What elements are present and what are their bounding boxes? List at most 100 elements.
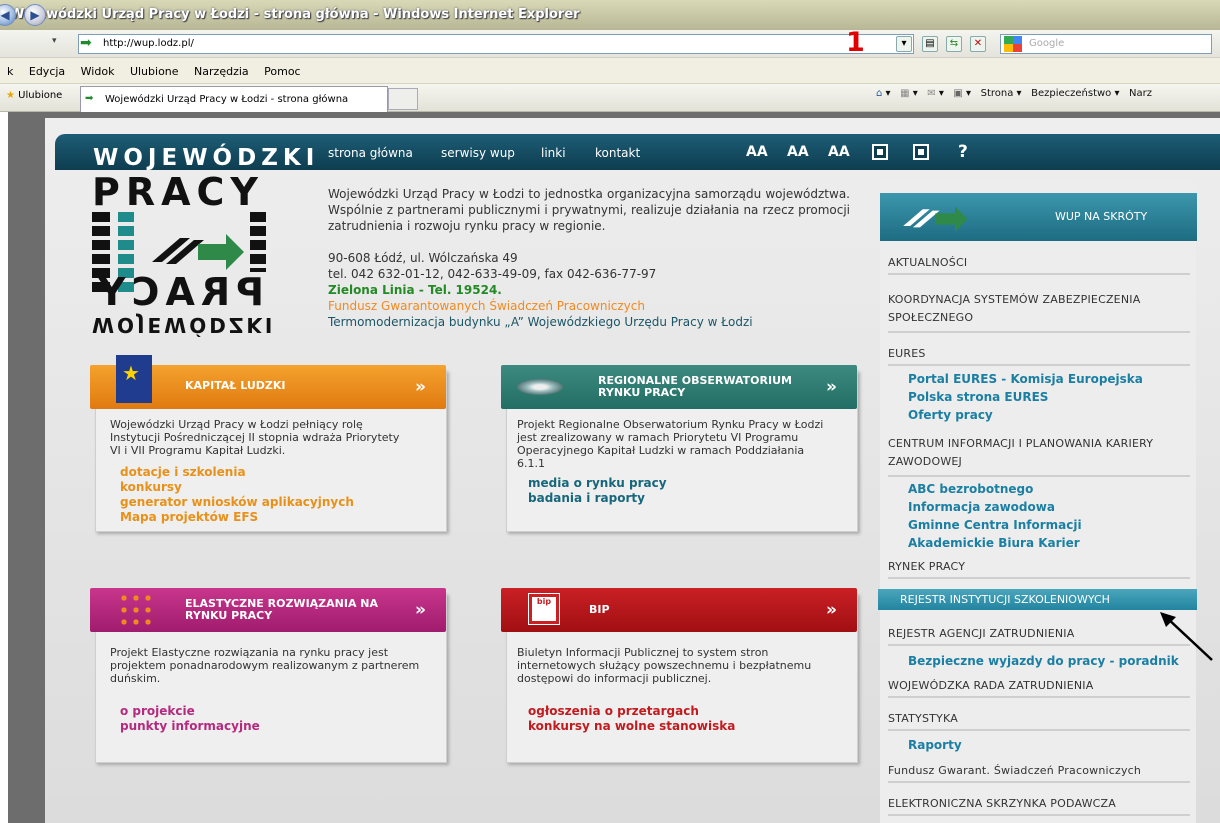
menu-file[interactable]: k (7, 65, 13, 78)
favorites-button[interactable]: ★ Ulubione (6, 90, 62, 101)
bip-icon: bip (529, 594, 559, 624)
refresh-icon[interactable]: ⇆ (946, 36, 962, 52)
font-increase-icon[interactable]: AA (746, 144, 768, 160)
tab-active[interactable]: ➡ Wojewódzki Urząd Pracy w Łodzi - strona… (80, 86, 388, 112)
box-text: Projekt Regionalne Obserwatorium Rynku P… (517, 418, 824, 470)
history-dropdown-icon[interactable]: ▾ (52, 36, 57, 46)
page-menu[interactable]: Strona ▾ (981, 88, 1022, 99)
address: 90-608 Łódź, ul. Wólczańska 49 (328, 251, 518, 265)
menu-favorites[interactable]: Ulubione (130, 65, 179, 78)
green-line: Zielona Linia - Tel. 19524. (328, 283, 502, 297)
stop-icon[interactable]: ✕ (970, 36, 986, 52)
tools-menu[interactable]: Narz (1129, 88, 1152, 99)
tab-page-icon: ➡ (85, 93, 94, 104)
sidebar-item-rejestr-agencji[interactable]: REJESTR AGENCJI ZATRUDNIENIA (888, 627, 1190, 646)
banner-obserwatorium[interactable]: REGIONALNE OBSERWATORIUM RYNKU PRACY » (501, 365, 857, 409)
forward-icon[interactable]: ▶ (24, 4, 46, 26)
nav-links[interactable]: linki (541, 146, 566, 160)
link-abc[interactable]: ABC bezrobotnego (908, 480, 1082, 498)
link-generator[interactable]: generator wniosków aplikacyjnych (120, 495, 354, 510)
phone: tel. 042 632-01-12, 042-633-49-09, fax 0… (328, 267, 657, 281)
window-title: Wojewódzki Urząd Pracy w Łodzi - strona … (0, 0, 1220, 30)
mail-icon[interactable]: ✉ (927, 88, 935, 99)
menu-help[interactable]: Pomoc (264, 65, 300, 78)
link-polska-eures[interactable]: Polska strona EURES (908, 388, 1143, 406)
link-informacja[interactable]: Informacja zawodowa (908, 498, 1082, 516)
compatibility-icon[interactable]: ▤ (922, 36, 938, 52)
sidebar-item-eures[interactable]: EURES (888, 347, 1190, 366)
logo-pracy-mirrored: PRACY (92, 270, 264, 314)
sidebar-item-skrzynka[interactable]: ELEKTRONICZNA SKRZYNKA PODAWCZA (888, 797, 1190, 816)
tab-title: Wojewódzki Urząd Pracy w Łodzi - strona … (105, 94, 349, 105)
box-text: Biuletyn Informacji Publicznej to system… (517, 646, 812, 685)
font-decrease-icon[interactable]: AA (828, 144, 850, 160)
sidebar-item-koordynacja[interactable]: KOORDYNACJA SYSTEMÓW ZABEZPIECZENIA SPOŁ… (888, 291, 1190, 333)
address-dropdown-icon[interactable]: ▾ (896, 36, 912, 52)
layout-icon[interactable] (913, 144, 929, 160)
link-media[interactable]: media o rynku pracy (528, 476, 667, 491)
help-icon[interactable]: ? (958, 142, 968, 162)
box-links: ogłoszenia o przetargach konkursy na wol… (528, 704, 735, 734)
sidebar-item-fundusz[interactable]: Fundusz Gwarant. Świadczeń Pracowniczych (888, 764, 1190, 783)
link-przetargi[interactable]: ogłoszenia o przetargach (528, 704, 735, 719)
link-gminne[interactable]: Gminne Centra Informacji (908, 516, 1082, 534)
logo-arrows-icon (150, 232, 244, 270)
link-o-projekcie[interactable]: o projekcie (120, 704, 260, 719)
nav-contact[interactable]: kontakt (595, 146, 640, 160)
link-dotacje[interactable]: dotacje i szkolenia (120, 465, 354, 480)
page-icon: ➡ (80, 35, 92, 51)
link-portal-eures[interactable]: Portal EURES - Komisja Europejska (908, 370, 1143, 388)
sidebar-item-centrum[interactable]: CENTRUM INFORMACJI I PLANOWANIA KARIERY … (888, 435, 1190, 477)
sidebar-item-aktualnosci[interactable]: AKTUALNOŚCI (888, 256, 1190, 275)
logo-side-letters-right (250, 212, 266, 272)
eye-icon (517, 379, 563, 395)
nav-services[interactable]: serwisy wup (441, 146, 515, 160)
search-input[interactable]: Google (1000, 34, 1212, 54)
nav-home[interactable]: strona główna (328, 146, 413, 160)
safety-menu[interactable]: Bezpieczeństwo ▾ (1031, 88, 1119, 99)
banner-bip[interactable]: bip BIP » (501, 588, 857, 632)
link-badania[interactable]: badania i raporty (528, 491, 667, 506)
menu-view[interactable]: Widok (81, 65, 115, 78)
google-icon (1004, 36, 1022, 52)
new-tab-button[interactable] (388, 88, 418, 110)
link-konkursy[interactable]: konkursy (120, 480, 354, 495)
sidebar-item-rejestr-szkoleniowych[interactable]: REJESTR INSTYTUCJI SZKOLENIOWYCH (878, 589, 1197, 610)
banner-title: KAPITAŁ LUDZKI (185, 379, 286, 392)
menu-tools[interactable]: Narzędzia (194, 65, 249, 78)
banner-kapital-ludzki[interactable]: ★ KAPITAŁ LUDZKI » (90, 355, 446, 409)
box-text: Wojewódzki Urząd Pracy w Łodzi pełniący … (110, 418, 400, 457)
fund-link[interactable]: Fundusz Gwarantowanych Świadczeń Pracown… (328, 298, 868, 314)
annotation-number: 1 (846, 27, 865, 58)
contrast-icon[interactable] (872, 144, 888, 160)
font-normal-icon[interactable]: AA (787, 144, 809, 160)
link-akademickie[interactable]: Akademickie Biura Karier (908, 534, 1082, 552)
print-icon[interactable]: ▣ (953, 88, 962, 99)
contact-info: 90-608 Łódź, ul. Wólczańska 49 tel. 042 … (328, 250, 868, 330)
sidebar-item-statystyka[interactable]: STATYSTYKA (888, 712, 1190, 731)
link-oferty[interactable]: Oferty pracy (908, 406, 1143, 424)
eu-flag-icon: ★ (116, 355, 152, 403)
banner-title: ELASTYCZNE ROZWIĄZANIA NA RYNKU PRACY (185, 597, 379, 622)
box-links: dotacje i szkolenia konkursy generator w… (120, 465, 354, 525)
intro-text: Wojewódzki Urząd Pracy w Łodzi to jednos… (328, 187, 850, 233)
thermo-link[interactable]: Termomodernizacja budynku „A” Wojewódzki… (328, 314, 868, 330)
sidebar-item-rynek[interactable]: RYNEK PRACY (888, 560, 1190, 579)
box-links: media o rynku pracy badania i raporty (528, 476, 667, 506)
menu-edit[interactable]: Edycja (29, 65, 65, 78)
sidebar-centrum-links: ABC bezrobotnego Informacja zawodowa Gmi… (908, 480, 1082, 552)
address-bar[interactable]: http://wup.lodz.pl/ (78, 34, 914, 54)
sidebar-link-raporty[interactable]: Raporty (908, 736, 962, 754)
banner-elastyczne[interactable]: ELASTYCZNE ROZWIĄZANIA NA RYNKU PRACY » (90, 588, 446, 632)
home-icon[interactable]: ⌂ (876, 88, 882, 99)
link-mapa[interactable]: Mapa projektów EFS (120, 510, 354, 525)
command-bar: ⌂ ▾ ▦ ▾ ✉ ▾ ▣ ▾ Strona ▾ Bezpieczeństwo … (876, 88, 1153, 99)
banner-title: BIP (589, 603, 610, 616)
sidebar-link-bezpieczne[interactable]: Bezpieczne wyjazdy do pracy - poradnik (908, 652, 1179, 670)
arrow-icon: » (415, 377, 426, 397)
feeds-icon[interactable]: ▦ (900, 88, 909, 99)
link-konkursy-stanowiska[interactable]: konkursy na wolne stanowiska (528, 719, 735, 734)
sidebar-item-rada[interactable]: WOJEWÓDZKA RADA ZATRUDNIENIA (888, 679, 1190, 698)
link-punkty[interactable]: punkty informacyjne (120, 719, 260, 734)
dots-icon (118, 592, 156, 630)
